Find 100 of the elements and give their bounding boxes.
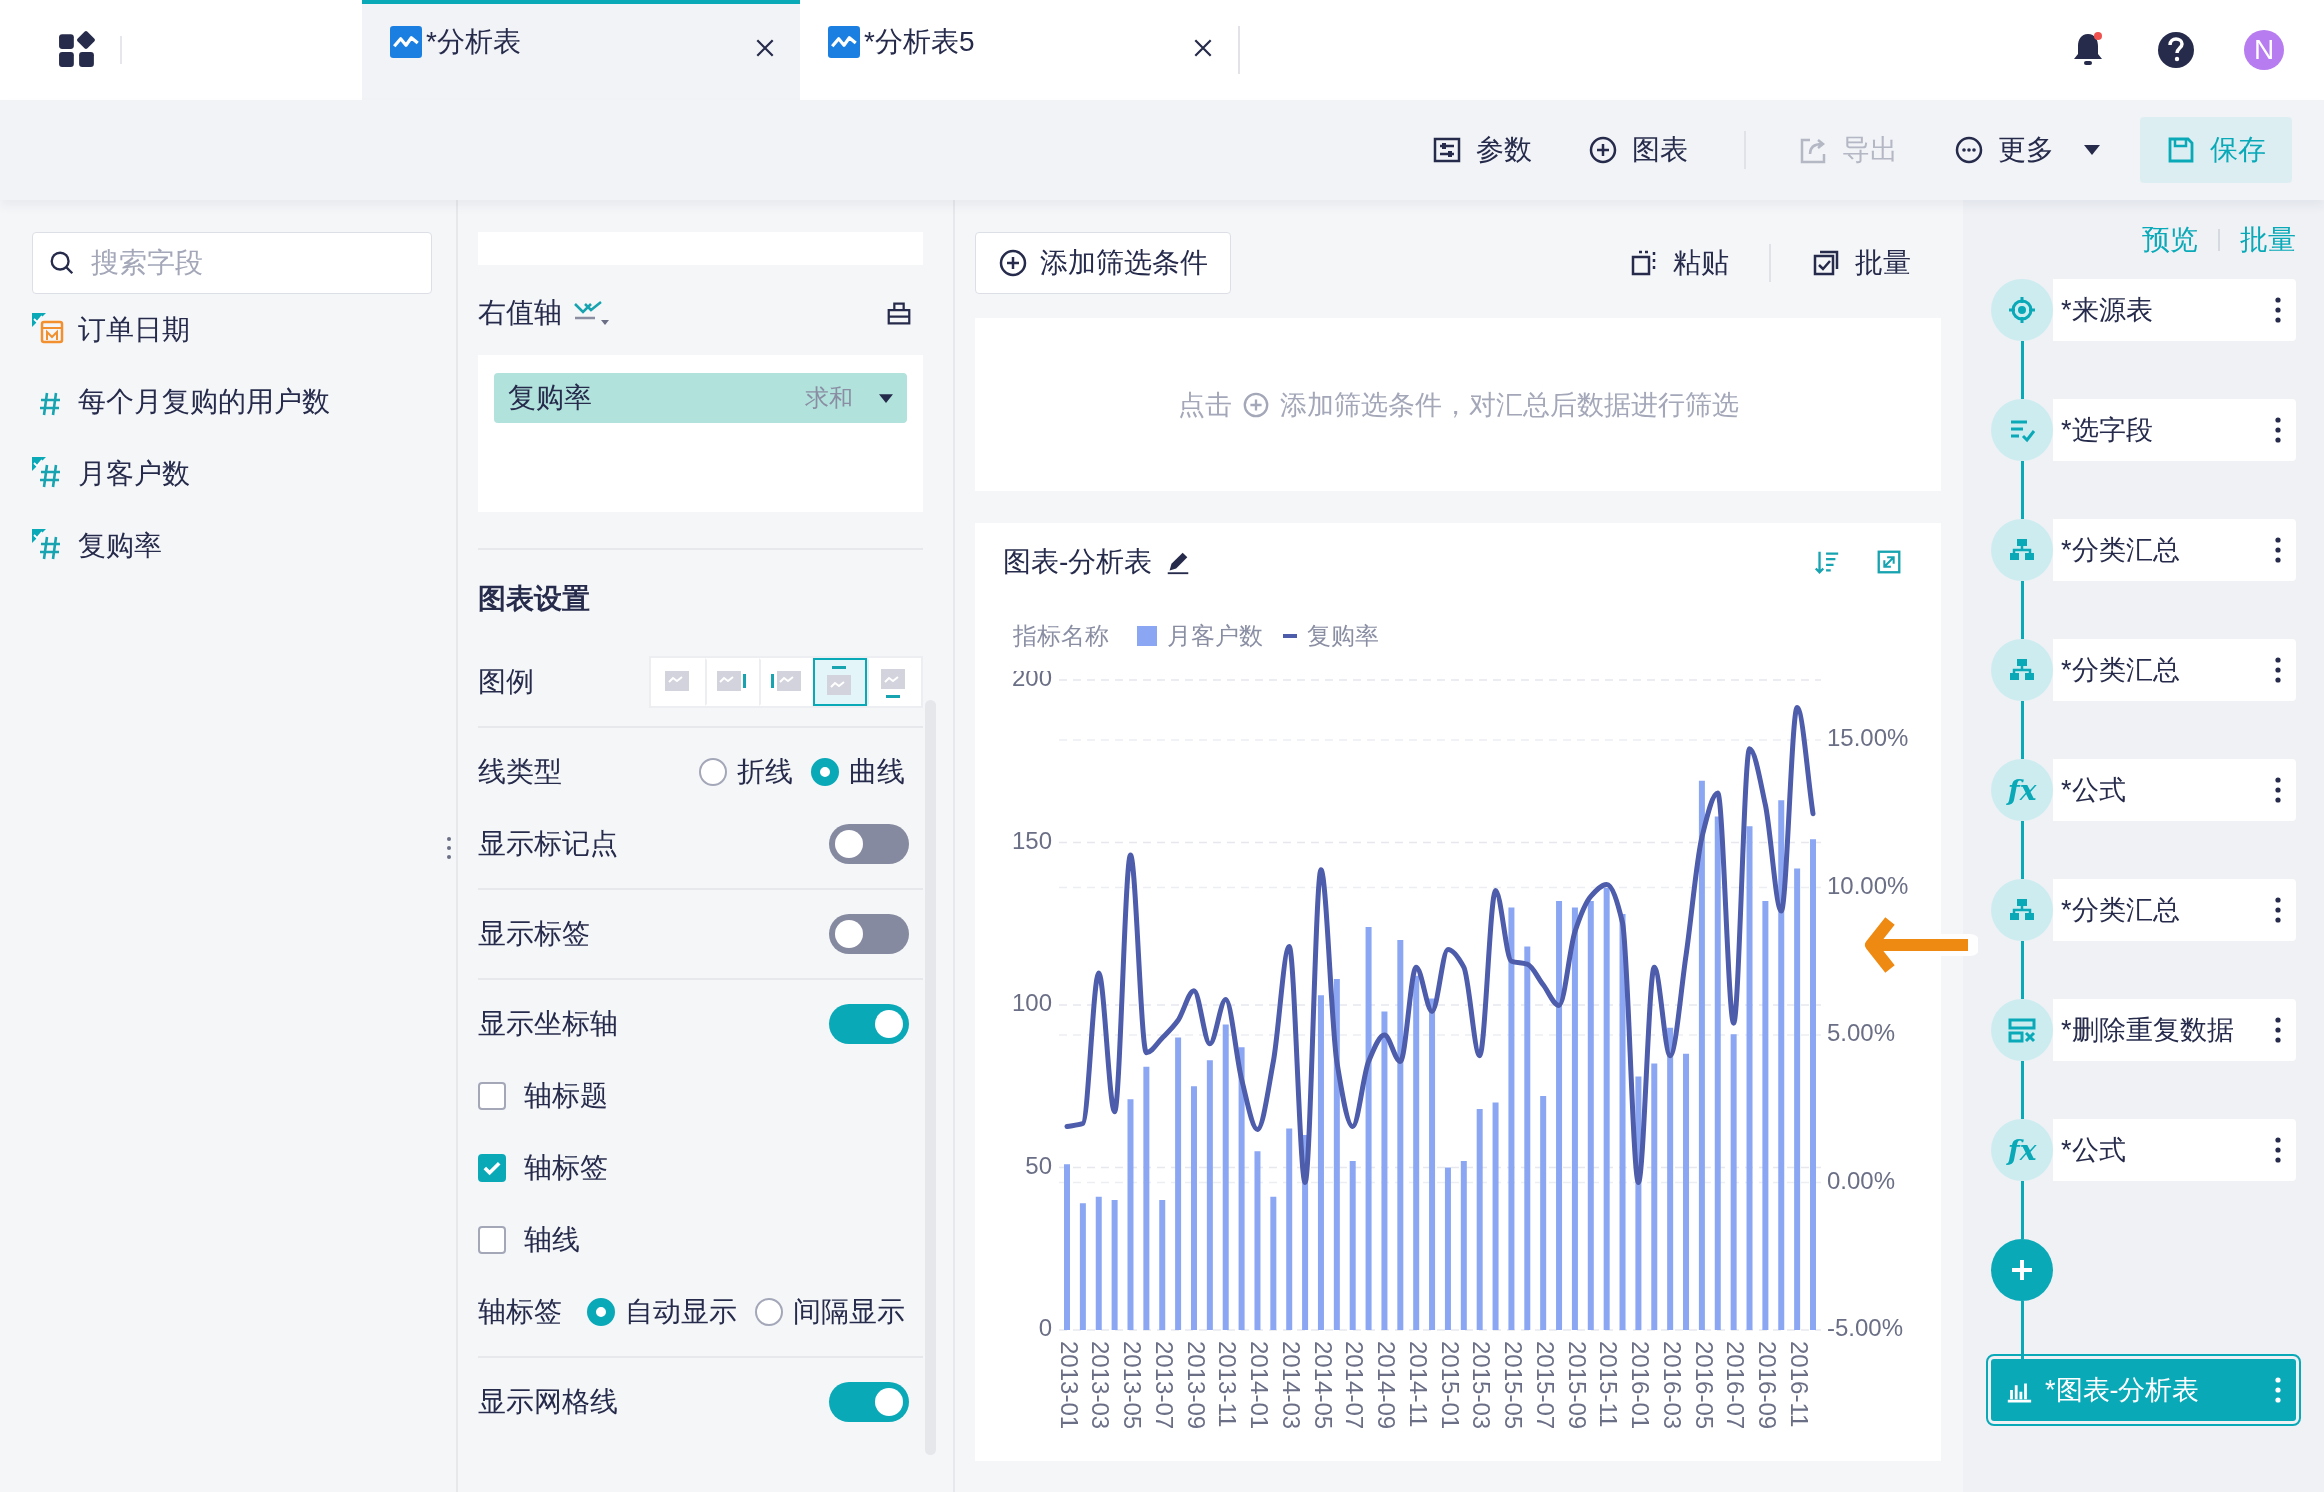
more-icon bbox=[1954, 135, 1984, 165]
tab[interactable]: *分析表 bbox=[362, 0, 800, 100]
field-name[interactable]: 月客户数 bbox=[78, 455, 190, 493]
setting-label: 显示标记点 bbox=[478, 827, 618, 861]
axis-label: 50 bbox=[1025, 1151, 1052, 1179]
apps-icon[interactable] bbox=[58, 31, 96, 69]
axis-label: 2016-01 bbox=[1627, 1341, 1655, 1430]
axis-label: 2015-03 bbox=[1468, 1341, 1496, 1430]
radio-label[interactable]: 曲线 bbox=[849, 753, 905, 791]
axis-label: 2013-09 bbox=[1182, 1341, 1210, 1430]
more-button[interactable]: 更多 bbox=[1954, 131, 2100, 169]
radio-button[interactable] bbox=[587, 1298, 615, 1326]
add-filter-button[interactable]: 添加筛选条件 bbox=[975, 232, 1231, 294]
params-button[interactable]: 参数 bbox=[1432, 131, 1532, 169]
plus-circle-icon bbox=[998, 248, 1028, 278]
pipeline-step[interactable]: *删除重复数据 bbox=[2053, 999, 2296, 1061]
axis-label: 2013-01 bbox=[1055, 1341, 1083, 1430]
pipeline-step[interactable]: *选字段 bbox=[2053, 399, 2296, 461]
axis-label: 2014-03 bbox=[1277, 1341, 1305, 1430]
pipeline-step[interactable]: *公式 bbox=[2053, 1119, 2296, 1181]
checkbox-label[interactable]: 轴标题 bbox=[524, 1077, 608, 1115]
caret-icon bbox=[2084, 145, 2100, 155]
axis-label: 0 bbox=[1038, 1314, 1052, 1342]
axis-label: 2016-09 bbox=[1754, 1341, 1782, 1430]
radio-label[interactable]: 自动显示 bbox=[625, 1293, 737, 1331]
axis-label: 150 bbox=[1011, 826, 1052, 854]
field-pill[interactable]: 复购率 求和 bbox=[494, 373, 907, 423]
axis-label: 2015-05 bbox=[1500, 1341, 1528, 1430]
batch-button[interactable]: 批量 bbox=[1769, 244, 1911, 282]
axis-label: 2016-07 bbox=[1722, 1341, 1750, 1430]
pipeline-step[interactable]: *分类汇总 bbox=[2053, 519, 2296, 581]
axis-label: 100 bbox=[1011, 989, 1052, 1017]
expand-icon[interactable] bbox=[1875, 548, 1903, 576]
axis-label: -5.00% bbox=[1827, 1314, 1904, 1342]
pipeline-step[interactable]: *分类汇总 bbox=[2053, 879, 2296, 941]
add-circle-icon bbox=[1241, 390, 1270, 419]
axis-label: 2016-05 bbox=[1690, 1341, 1718, 1430]
pipeline-step[interactable]: *公式 bbox=[2053, 759, 2296, 821]
setting-label: 线类型 bbox=[478, 755, 562, 789]
drag-handle-icon[interactable] bbox=[446, 836, 452, 860]
axis-label: 2014-05 bbox=[1309, 1341, 1337, 1430]
toggle-switch[interactable] bbox=[829, 1382, 909, 1422]
axis-label: 2013-11 bbox=[1214, 1341, 1242, 1428]
setting-label: 显示标签 bbox=[478, 917, 590, 951]
plus-circle-icon bbox=[1588, 135, 1618, 165]
line-chart-icon bbox=[828, 26, 860, 58]
line-chart-icon bbox=[390, 26, 422, 58]
toggle-switch[interactable] bbox=[829, 914, 909, 954]
axis-label: 2015-09 bbox=[1563, 1341, 1591, 1430]
axis-label: 0.00% bbox=[1827, 1166, 1896, 1194]
setting-label: 轴标签 bbox=[478, 1295, 562, 1329]
caret-icon[interactable] bbox=[879, 393, 893, 403]
save-icon bbox=[2166, 135, 2196, 165]
field-name[interactable]: 每个月复购的用户数 bbox=[78, 383, 330, 421]
toggle-switch[interactable] bbox=[829, 1004, 909, 1044]
axis-label: 15.00% bbox=[1827, 724, 1909, 752]
checkbox[interactable] bbox=[478, 1154, 506, 1182]
legend-title: 指标名称 bbox=[1013, 621, 1109, 651]
settings-title: 图表设置 bbox=[478, 548, 923, 638]
axis-label: 2015-01 bbox=[1436, 1341, 1464, 1430]
sliders-icon bbox=[1432, 135, 1462, 165]
help-icon[interactable] bbox=[2156, 30, 2196, 70]
axis-label: 2013-03 bbox=[1087, 1341, 1115, 1430]
axis-label: 10.00% bbox=[1827, 871, 1909, 899]
axis-label: 2013-05 bbox=[1119, 1341, 1147, 1430]
toggle-switch[interactable] bbox=[829, 824, 909, 864]
setting-label: 显示坐标轴 bbox=[478, 1007, 618, 1041]
radio-label[interactable]: 间隔显示 bbox=[793, 1293, 905, 1331]
checkbox[interactable] bbox=[478, 1082, 506, 1110]
field-name[interactable]: 订单日期 bbox=[78, 311, 190, 349]
chart-button[interactable]: 图表 bbox=[1588, 131, 1688, 169]
chart-title: 图表-分析表 bbox=[1003, 545, 1153, 579]
radio-button[interactable] bbox=[811, 758, 839, 786]
checkbox-stack-icon bbox=[1811, 248, 1841, 278]
setting-label: 图例 bbox=[478, 665, 534, 699]
paste-button[interactable]: 粘贴 bbox=[1629, 244, 1729, 282]
filter-hint: 点击 bbox=[1177, 388, 1232, 422]
axis-label: 2014-11 bbox=[1404, 1341, 1432, 1428]
checkbox[interactable] bbox=[478, 1226, 506, 1254]
checkbox-label[interactable]: 轴线 bbox=[524, 1221, 580, 1259]
setting-label: 显示网格线 bbox=[478, 1385, 618, 1419]
radio-button[interactable] bbox=[755, 1298, 783, 1326]
axis-label: 2014-01 bbox=[1246, 1341, 1274, 1430]
close-icon[interactable] bbox=[754, 37, 776, 59]
pipeline-step[interactable]: *来源表 bbox=[2053, 279, 2296, 341]
legend-position-option[interactable] bbox=[813, 658, 867, 706]
axis-label: 2016-03 bbox=[1658, 1341, 1686, 1430]
field-name[interactable]: 复购率 bbox=[78, 527, 162, 565]
radio-button[interactable] bbox=[699, 758, 727, 786]
axis-label: 2014-09 bbox=[1373, 1341, 1401, 1430]
axis-label: 2016-11 bbox=[1785, 1341, 1813, 1428]
checkbox-label[interactable]: 轴标签 bbox=[524, 1149, 608, 1187]
pipeline-step[interactable]: *分类汇总 bbox=[2053, 639, 2296, 701]
axis-label: 5.00% bbox=[1827, 1019, 1896, 1047]
close-icon[interactable] bbox=[1192, 37, 1214, 59]
axis-label: 2015-07 bbox=[1531, 1341, 1559, 1430]
filter-hint: 添加筛选条件，对汇总后数据进行筛选 bbox=[1279, 388, 1739, 422]
axis-label: 2014-07 bbox=[1341, 1341, 1369, 1430]
search-field[interactable]: 搜索字段 bbox=[32, 232, 432, 294]
radio-label[interactable]: 折线 bbox=[737, 753, 793, 791]
